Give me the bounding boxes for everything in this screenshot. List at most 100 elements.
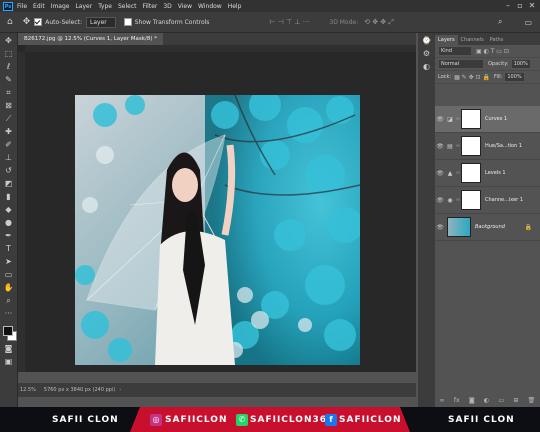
type-tool-icon[interactable]: T xyxy=(3,243,14,254)
move-tool-icon[interactable]: ✥ xyxy=(3,35,14,46)
search-icon[interactable]: ⌕ xyxy=(498,17,502,27)
zoom-tool-icon[interactable]: ⌕ xyxy=(3,295,14,306)
screen-mode-icon[interactable]: ▣ xyxy=(3,356,14,367)
layer-row-background[interactable]: 👁 Background 🔒 xyxy=(435,214,540,241)
dodge-tool-icon[interactable]: ● xyxy=(3,217,14,228)
layer-mask-thumbnail[interactable] xyxy=(461,163,481,183)
menu-view[interactable]: View xyxy=(178,3,192,10)
layer-name[interactable]: Curves 1 xyxy=(485,116,507,122)
layer-mask-thumbnail[interactable] xyxy=(461,190,481,210)
hand-tool-icon[interactable]: ✋ xyxy=(3,282,14,293)
quick-mask-icon[interactable]: ◙ xyxy=(3,343,14,354)
menu-filter[interactable]: Filter xyxy=(143,3,158,10)
lock-row: Lock: ▦ ✎ ✥ ⊡ 🔒 Fill: 100% xyxy=(435,71,540,84)
layers-panel-footer: ∞ fx ◙ ◐ ▭ ⊞ 🗑 xyxy=(435,393,540,407)
kind-filter-dropdown[interactable]: Kind xyxy=(438,46,472,56)
layer-name[interactable]: Channe...ixer 1 xyxy=(485,197,523,203)
tab-layers[interactable]: Layers xyxy=(435,35,458,45)
brush-tool-icon[interactable]: ✐ xyxy=(3,139,14,150)
layer-name[interactable]: Levels 1 xyxy=(485,170,506,176)
blend-row: Normal Opacity: 100% xyxy=(435,58,540,71)
lock-icon[interactable]: 🔒 xyxy=(525,224,532,231)
add-mask-icon[interactable]: ◙ xyxy=(469,397,475,404)
layer-mask-thumbnail[interactable] xyxy=(461,109,481,129)
curves-adjustment-icon: ◪ xyxy=(447,115,453,123)
menu-type[interactable]: Type xyxy=(98,3,112,10)
move-tool-icon[interactable]: ✥ xyxy=(23,17,31,27)
tab-paths[interactable]: Paths xyxy=(487,35,507,45)
opacity-field[interactable]: 100% xyxy=(510,59,531,69)
more-tools-icon[interactable]: ··· xyxy=(3,308,14,319)
clone-stamp-icon[interactable]: ⊥ xyxy=(3,152,14,163)
quick-select-tool-icon[interactable]: ✎ xyxy=(3,74,14,85)
home-icon[interactable]: ⌂ xyxy=(7,17,13,27)
layer-style-icon[interactable]: fx xyxy=(454,397,460,404)
fill-field[interactable]: 100% xyxy=(504,72,525,82)
close-icon[interactable]: ✕ xyxy=(527,1,537,11)
menu-3d[interactable]: 3D xyxy=(163,3,171,10)
visibility-eye-icon[interactable]: 👁 xyxy=(435,197,445,204)
eyedropper-tool-icon[interactable]: ⟋ xyxy=(3,113,14,124)
new-group-icon[interactable]: ▭ xyxy=(498,397,504,404)
frame-tool-icon[interactable]: ⊠ xyxy=(3,100,14,111)
blur-tool-icon[interactable]: ◆ xyxy=(3,204,14,215)
properties-panel-icon[interactable]: ⚙ xyxy=(421,48,432,59)
blend-mode-dropdown[interactable]: Normal xyxy=(438,59,484,69)
workspace-icon[interactable]: ▭ xyxy=(524,18,532,27)
3d-mode-icons[interactable]: ⟲ ✥ ✥ ⤢ xyxy=(364,18,394,27)
new-adjustment-icon[interactable]: ◐ xyxy=(484,397,489,404)
menu-select[interactable]: Select xyxy=(118,3,137,10)
path-select-icon[interactable]: ➤ xyxy=(3,256,14,267)
foreground-color[interactable] xyxy=(2,326,13,336)
menu-window[interactable]: Window xyxy=(198,3,222,10)
pen-tool-icon[interactable]: ✒ xyxy=(3,230,14,241)
layer-row-curves[interactable]: 👁 ◪ ∞ Curves 1 xyxy=(435,106,540,133)
crop-tool-icon[interactable]: ⌗ xyxy=(3,87,14,98)
shape-tool-icon[interactable]: ▭ xyxy=(3,269,14,280)
menu-help[interactable]: Help xyxy=(228,3,242,10)
visibility-eye-icon[interactable]: 👁 xyxy=(435,143,445,150)
visibility-eye-icon[interactable]: 👁 xyxy=(435,170,445,177)
filter-icons[interactable]: ▣ ◐ T ▭ ⊡ xyxy=(476,48,509,55)
menu-layer[interactable]: Layer xyxy=(75,3,92,10)
status-arrow-icon[interactable]: › xyxy=(119,387,121,393)
delete-layer-icon[interactable]: 🗑 xyxy=(528,397,536,404)
new-layer-icon[interactable]: ⊞ xyxy=(513,397,518,404)
fill-label: Fill: xyxy=(493,74,503,80)
align-icons[interactable]: ⊢ ⊣ ⊤ ⊥ ··· xyxy=(269,18,309,26)
background-thumbnail[interactable] xyxy=(447,217,471,237)
layer-name[interactable]: Background xyxy=(475,224,505,230)
gradient-tool-icon[interactable]: ▮ xyxy=(3,191,14,202)
layer-select-dropdown[interactable]: Layer xyxy=(86,16,116,28)
layer-name[interactable]: Hue/Sa...tion 1 xyxy=(485,143,522,149)
whatsapp-icon: ✆ xyxy=(236,414,248,426)
color-swatches[interactable] xyxy=(2,325,17,341)
layer-mask-thumbnail[interactable] xyxy=(461,136,481,156)
document-tab[interactable]: B26172.jpg @ 12.5% (Curves 1, Layer Mask… xyxy=(18,33,163,45)
instagram-icon: ◎ xyxy=(150,414,162,426)
layer-row-hue-saturation[interactable]: 👁 ▤ ∞ Hue/Sa...tion 1 xyxy=(435,133,540,160)
minimize-icon[interactable]: – xyxy=(503,1,513,11)
visibility-eye-icon[interactable]: 👁 xyxy=(435,116,445,123)
maximize-icon[interactable]: ▫ xyxy=(515,1,525,11)
history-panel-icon[interactable]: ⌚ xyxy=(421,35,432,46)
menu-edit[interactable]: Edit xyxy=(33,3,45,10)
link-layers-icon[interactable]: ∞ xyxy=(440,397,445,404)
history-brush-icon[interactable]: ↺ xyxy=(3,165,14,176)
tab-channels[interactable]: Channels xyxy=(458,35,487,45)
show-transform-checkbox[interactable] xyxy=(123,18,132,26)
document-image[interactable] xyxy=(75,95,360,365)
layer-row-channel-mixer[interactable]: 👁 ◉ ∞ Channe...ixer 1 xyxy=(435,187,540,214)
menu-file[interactable]: File xyxy=(17,3,27,10)
adjustments-panel-icon[interactable]: ◐ xyxy=(421,61,432,72)
marquee-tool-icon[interactable]: ⬚ xyxy=(3,48,14,59)
lock-icons[interactable]: ▦ ✎ ✥ ⊡ 🔒 xyxy=(454,74,490,81)
healing-brush-icon[interactable]: ✚ xyxy=(3,126,14,137)
visibility-eye-icon[interactable]: 👁 xyxy=(435,224,445,231)
eraser-tool-icon[interactable]: ◩ xyxy=(3,178,14,189)
layer-row-levels[interactable]: 👁 ▲ ∞ Levels 1 xyxy=(435,160,540,187)
auto-select-checkbox[interactable] xyxy=(34,18,43,26)
lasso-tool-icon[interactable]: ℓ xyxy=(3,61,14,72)
menu-image[interactable]: Image xyxy=(51,3,70,10)
zoom-level[interactable]: 12.5% xyxy=(20,387,36,393)
